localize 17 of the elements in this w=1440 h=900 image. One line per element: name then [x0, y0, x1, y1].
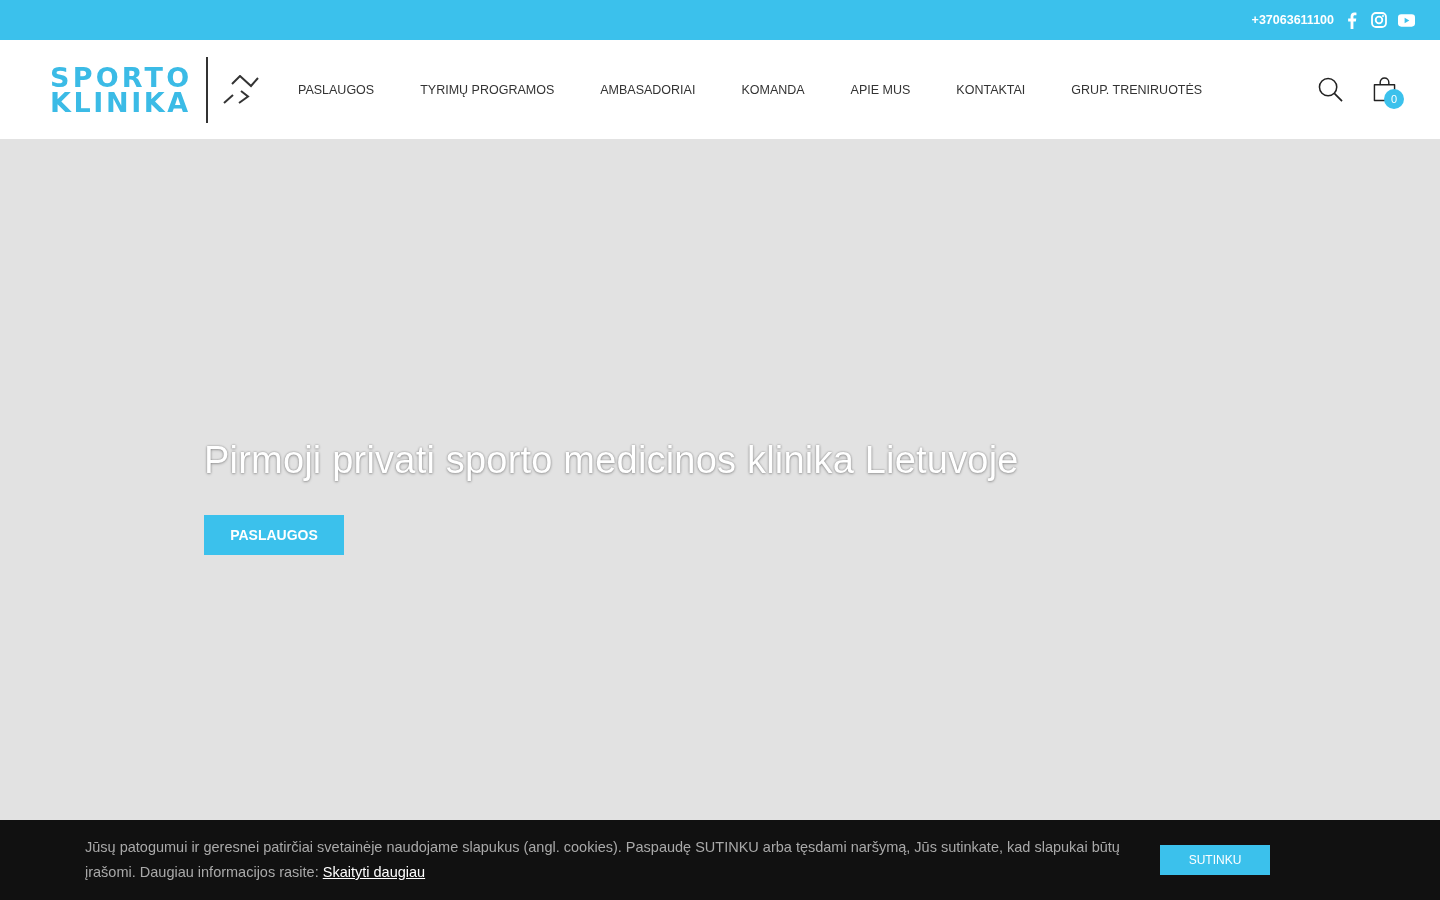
nav-link[interactable]: AMBASADORIAI: [600, 82, 696, 97]
instagram-icon[interactable]: [1371, 12, 1387, 28]
facebook-icon[interactable]: [1347, 11, 1357, 29]
cookie-notice-text: Jūsų patogumui ir geresnei patirčiai svetainėje naudojame slapukus (angl. cookies). Paspaudę SUTINKU arba tęsdami naršymą, Jūs sutinkate, kad slapukai būtų įrašomi. Daugiau informacijos rasite: Skaityti daugiau: [85, 838, 1121, 882]
search-icon[interactable]: [1318, 77, 1343, 102]
nav-link[interactable]: PASLAUGOS: [298, 82, 375, 97]
nav-link[interactable]: KOMANDA: [741, 82, 805, 97]
youtube-icon[interactable]: [1398, 13, 1415, 27]
nav-link[interactable]: GRUP. TRENIRUOTĖS: [1071, 82, 1203, 97]
runner-logo-icon: [223, 74, 259, 105]
hero-title: Pirmoji privati sporto medicinos klinika Lietuvoje: [204, 438, 1020, 485]
nav-link[interactable]: KONTAKTAI: [956, 82, 1026, 97]
shopping-bag-icon[interactable]: [1373, 77, 1396, 102]
cart-count-badge: 0: [1384, 89, 1404, 109]
nav-link[interactable]: TYRIMŲ PROGRAMOS: [420, 82, 555, 97]
read-more-link[interactable]: Skaityti daugiau: [322, 864, 426, 880]
nav-link[interactable]: APIE MUS: [850, 82, 911, 97]
